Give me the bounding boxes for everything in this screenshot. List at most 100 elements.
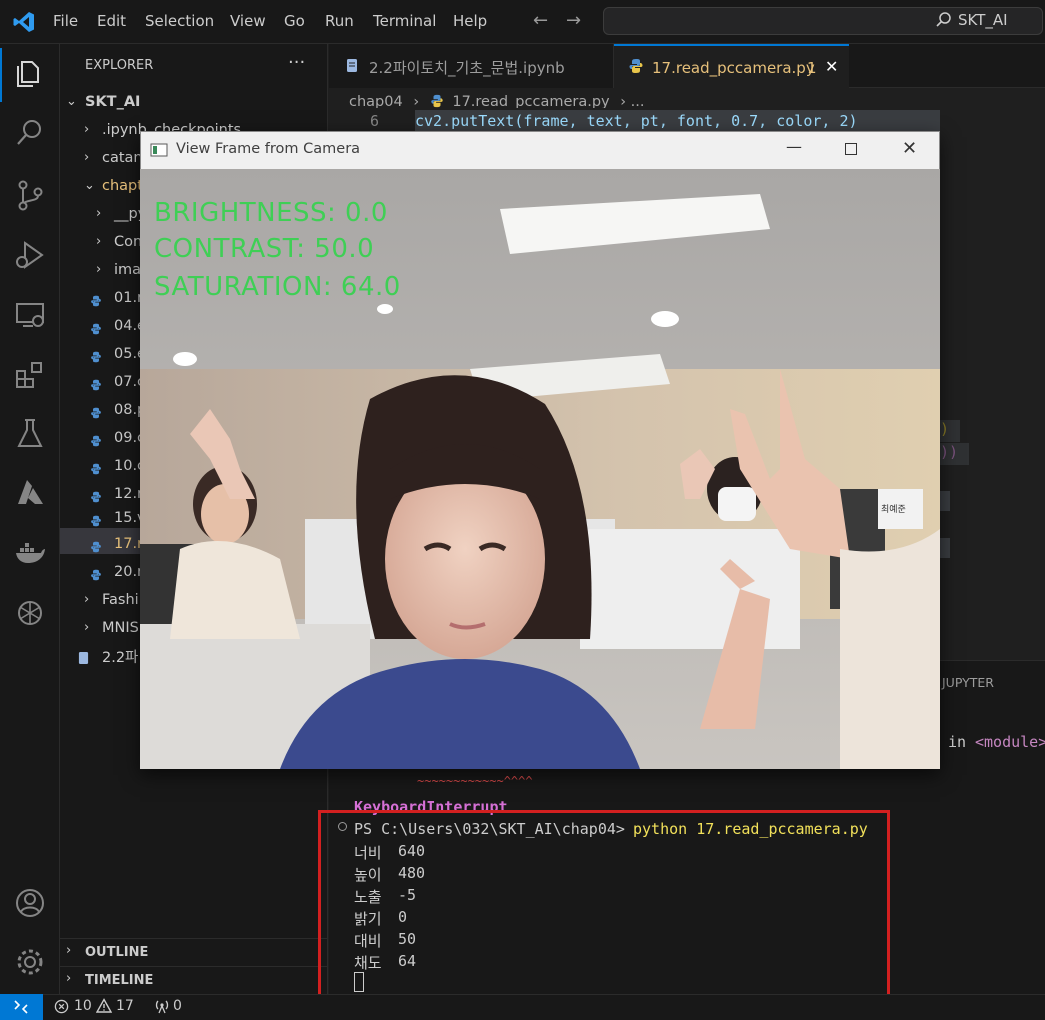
ports-broadcast-icon bbox=[155, 1000, 169, 1014]
python-file-icon bbox=[90, 295, 102, 307]
python-file-icon bbox=[90, 569, 102, 581]
opencv-window-icon bbox=[150, 143, 168, 157]
outline-label: OUTLINE bbox=[85, 945, 149, 960]
chevron-right-icon: › bbox=[96, 206, 102, 221]
menu-view[interactable]: View bbox=[230, 12, 266, 30]
overlay-brightness: BRIGHTNESS: 0.0 bbox=[154, 198, 388, 228]
menu-selection[interactable]: Selection bbox=[145, 12, 214, 30]
search-label: SKT_AI bbox=[958, 11, 1008, 29]
chevron-right-icon: › bbox=[84, 150, 90, 165]
tree-item-label: MNIS bbox=[102, 620, 139, 636]
remote-indicator[interactable] bbox=[0, 994, 43, 1020]
error-squiggle: ~~~~~~~~~~~~^^^^ bbox=[417, 774, 533, 788]
tree-item-label: 12.r bbox=[114, 486, 144, 502]
python-file-icon bbox=[90, 541, 102, 553]
timeline-section[interactable]: › TIMELINE bbox=[60, 966, 328, 994]
python-file-icon bbox=[90, 491, 102, 503]
root-folder-label: SKT_AI bbox=[85, 94, 141, 110]
account-icon[interactable] bbox=[13, 886, 47, 920]
python-file-icon bbox=[90, 515, 102, 527]
annotation-red-box bbox=[318, 810, 890, 1004]
python-file-icon bbox=[90, 463, 102, 475]
menu-edit[interactable]: Edit bbox=[97, 12, 126, 30]
jupyter-tab[interactable]: JUPYTER bbox=[942, 675, 994, 690]
problem-count-badge: 1 bbox=[807, 59, 817, 77]
chevron-right-icon: › bbox=[84, 592, 90, 607]
vscode-logo-icon bbox=[13, 12, 34, 32]
tree-item-label: Fashi bbox=[102, 592, 139, 608]
more-actions-icon[interactable]: ··· bbox=[288, 52, 305, 73]
camera-window-title: View Frame from Camera bbox=[176, 141, 361, 157]
chevron-right-icon: › bbox=[84, 620, 90, 635]
tab-notebook-label: 2.2파이토치_기초_문법.ipynb bbox=[369, 59, 565, 77]
ports-count[interactable]: 0 bbox=[173, 998, 182, 1014]
monitor-back bbox=[580, 529, 800, 649]
python-file-icon bbox=[90, 323, 102, 335]
tab-notebook[interactable]: 2.2파이토치_기초_문법.ipynb bbox=[329, 44, 614, 88]
settings-gear-icon[interactable] bbox=[13, 945, 47, 979]
code-line[interactable]: cv2.putText(frame, text, pt, font, 0.7, … bbox=[415, 112, 858, 130]
menu-file[interactable]: File bbox=[53, 12, 78, 30]
tab-python-file[interactable]: 17.read_pccamera.py 1 ✕ bbox=[614, 44, 849, 88]
chevron-right-icon: › bbox=[84, 122, 90, 137]
menu-terminal[interactable]: Terminal bbox=[373, 12, 436, 30]
error-icon bbox=[54, 999, 69, 1014]
chevron-down-icon: ⌄ bbox=[66, 94, 77, 109]
python-file-icon bbox=[431, 94, 443, 108]
arm-sleeve bbox=[840, 529, 940, 769]
maximize-icon[interactable] bbox=[845, 143, 857, 155]
outline-section[interactable]: › OUTLINE bbox=[60, 938, 328, 966]
error-count[interactable]: 10 bbox=[74, 998, 92, 1014]
tree-item-label: catan bbox=[102, 150, 143, 166]
tree-item-label: chapt bbox=[102, 178, 143, 194]
warning-icon bbox=[96, 998, 112, 1013]
explorer-title: EXPLORER bbox=[85, 58, 154, 73]
chevron-down-icon: ⌄ bbox=[84, 178, 95, 193]
nameplate-text: 최예준 bbox=[881, 504, 906, 515]
ceiling-spotlight bbox=[173, 352, 197, 366]
tree-item-label: 01.r bbox=[114, 290, 144, 306]
camera-frame: BRIGHTNESS: 0.0 CONTRAST: 50.0 SATURATIO… bbox=[140, 169, 940, 769]
overlay-saturation: SATURATION: 64.0 bbox=[154, 272, 401, 302]
menu-go[interactable]: Go bbox=[284, 12, 305, 30]
python-file-icon bbox=[90, 379, 102, 391]
tree-item-label: ima bbox=[114, 262, 142, 278]
bracket-highlight bbox=[940, 420, 960, 442]
tree-item-label: 20.r bbox=[114, 564, 144, 580]
back-arrow-icon[interactable]: ← bbox=[533, 10, 548, 31]
close-tab-icon[interactable]: ✕ bbox=[825, 57, 838, 76]
person-right-mask bbox=[718, 487, 756, 521]
tab-python-label: 17.read_pccamera.py bbox=[652, 59, 815, 77]
minimize-icon[interactable]: — bbox=[786, 137, 802, 156]
python-file-icon bbox=[629, 59, 643, 73]
chevron-right-icon: › bbox=[96, 262, 102, 277]
line-number: 6 bbox=[370, 112, 380, 130]
tree-root[interactable]: ⌄ SKT_AI bbox=[0, 90, 268, 118]
overlay-contrast: CONTRAST: 50.0 bbox=[154, 234, 374, 264]
explorer-files-icon[interactable] bbox=[13, 56, 47, 90]
forward-arrow-icon[interactable]: → bbox=[566, 10, 581, 31]
python-file-icon bbox=[90, 407, 102, 419]
search-icon bbox=[936, 12, 951, 27]
close-window-icon[interactable]: ✕ bbox=[902, 138, 917, 159]
bracket-highlight bbox=[940, 443, 969, 465]
timeline-label: TIMELINE bbox=[85, 973, 154, 988]
python-file-icon bbox=[90, 351, 102, 363]
code-fragment bbox=[940, 491, 950, 511]
chevron-right-icon: › bbox=[66, 943, 72, 958]
chevron-right-icon: › bbox=[96, 234, 102, 249]
notebook-file-icon bbox=[347, 59, 357, 72]
traceback-module: <module> bbox=[975, 733, 1045, 751]
warning-count[interactable]: 17 bbox=[116, 998, 134, 1014]
code-fragment bbox=[940, 538, 950, 558]
menu-help[interactable]: Help bbox=[453, 12, 487, 30]
python-file-icon bbox=[90, 435, 102, 447]
traceback-in: in bbox=[948, 733, 967, 751]
menu-run[interactable]: Run bbox=[325, 12, 354, 30]
chevron-right-icon: › bbox=[66, 971, 72, 986]
ceiling-spotlight bbox=[377, 304, 393, 314]
ceiling-spotlight bbox=[651, 311, 679, 327]
notebook-file-icon bbox=[78, 651, 90, 664]
tree-item-label: 2.2파 bbox=[102, 650, 139, 666]
tree-item-label: 17.r bbox=[114, 536, 144, 552]
